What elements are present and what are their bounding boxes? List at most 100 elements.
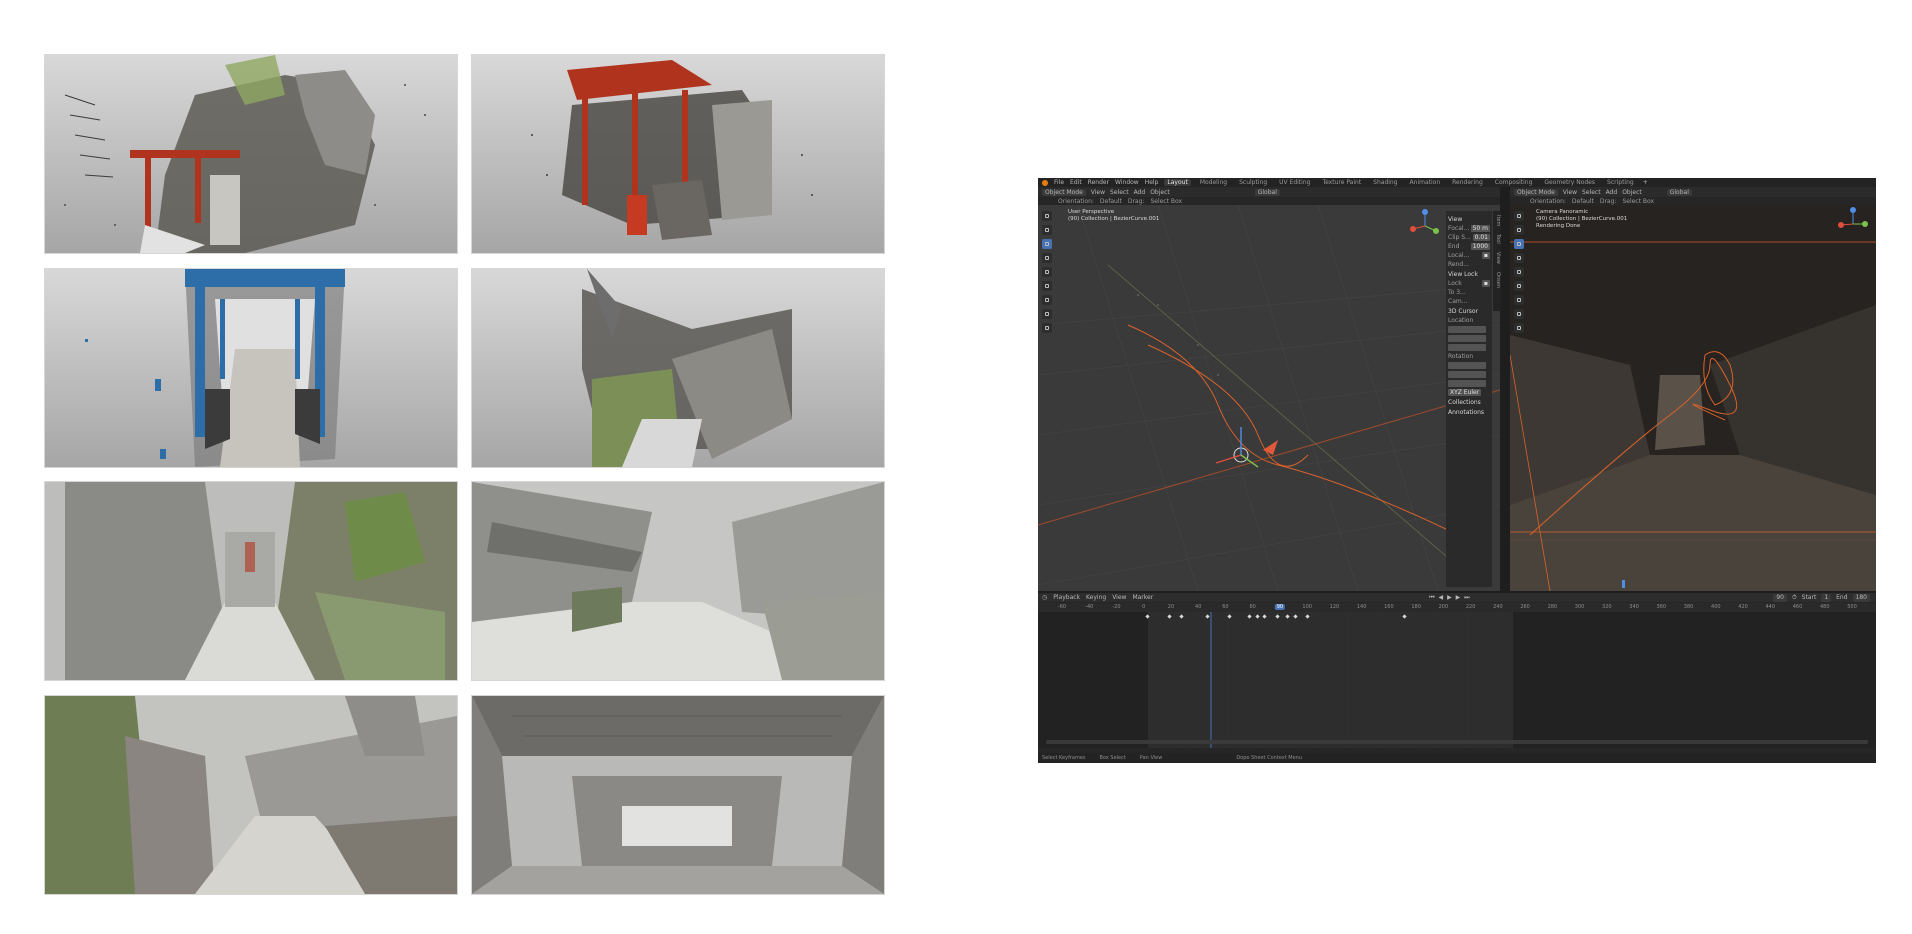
frame-tick: 220: [1465, 604, 1476, 610]
menu-file[interactable]: File: [1054, 179, 1064, 186]
tab-animation[interactable]: Animation: [1407, 179, 1444, 186]
next-key-icon[interactable]: ▶: [1456, 594, 1462, 601]
sidebar-tab-item[interactable]: Item: [1493, 215, 1501, 226]
dopesheet-area[interactable]: [1038, 612, 1876, 748]
cursor-rot-y-field[interactable]: [1448, 371, 1486, 378]
left-mode-select[interactable]: Object Mode: [1042, 188, 1086, 196]
tab-geometry-nodes[interactable]: Geometry Nodes: [1541, 179, 1598, 186]
cursor-tool-icon[interactable]: [1514, 225, 1524, 235]
lock-object-field[interactable]: ▪: [1481, 280, 1490, 287]
timeline-menu-view[interactable]: View: [1112, 594, 1126, 601]
right-menu-add[interactable]: Add: [1606, 189, 1618, 196]
timeline-menu-keying[interactable]: Keying: [1086, 594, 1106, 601]
add-workspace-icon[interactable]: +: [1643, 179, 1648, 186]
menu-help[interactable]: Help: [1145, 179, 1159, 186]
annotate-tool-icon[interactable]: [1514, 295, 1524, 305]
tab-rendering[interactable]: Rendering: [1449, 179, 1486, 186]
cursor-x-field[interactable]: [1448, 326, 1486, 333]
menu-render[interactable]: Render: [1088, 179, 1109, 186]
sidebar-tab-onsen[interactable]: Onsen: [1493, 272, 1501, 288]
scale-tool-icon[interactable]: [1514, 267, 1524, 277]
timeline-editor-type-icon[interactable]: ◷: [1042, 594, 1047, 601]
sidebar-tab-tool[interactable]: Tool: [1493, 234, 1501, 244]
cursor-rot-x-field[interactable]: [1448, 362, 1486, 369]
transform-tool-icon[interactable]: [1514, 281, 1524, 291]
clip-end-field[interactable]: 1000: [1470, 243, 1490, 250]
camera-collection-label: (90) Collection | BezierCurve.001: [1536, 216, 1628, 222]
current-frame-field[interactable]: 90: [1773, 593, 1787, 602]
jump-start-icon[interactable]: ⏮: [1429, 594, 1435, 601]
lock-to-3d-cursor[interactable]: To 3...: [1448, 289, 1466, 296]
rotate-tool-icon[interactable]: [1042, 253, 1052, 263]
rotate-tool-icon[interactable]: [1514, 253, 1524, 263]
render-region-label[interactable]: Rend...: [1448, 261, 1469, 268]
end-frame-field[interactable]: 180: [1852, 593, 1870, 602]
menu-edit[interactable]: Edit: [1070, 179, 1082, 186]
frame-ruler[interactable]: -60 -40 -20 0 20 40 60 80 90 100 120 140 160 180 200 22…: [1038, 603, 1876, 612]
prev-key-icon[interactable]: ◀: [1439, 594, 1445, 601]
add-cube-tool-icon[interactable]: [1514, 323, 1524, 333]
scale-tool-icon[interactable]: [1042, 267, 1052, 277]
start-frame-field[interactable]: 1: [1821, 593, 1832, 602]
timeline-menu-marker[interactable]: Marker: [1132, 594, 1153, 601]
clip-start-field[interactable]: 0.01: [1472, 234, 1490, 241]
view-section-title[interactable]: View: [1448, 216, 1490, 223]
cursor-z-field[interactable]: [1448, 344, 1486, 351]
tab-scripting[interactable]: Scripting: [1604, 179, 1637, 186]
tab-texture-paint[interactable]: Texture Paint: [1319, 179, 1364, 186]
local-camera-field[interactable]: ▪: [1481, 252, 1490, 259]
3d-cursor-title[interactable]: 3D Cursor: [1448, 308, 1490, 315]
left-menu-object[interactable]: Object: [1150, 189, 1170, 196]
blender-logo-icon[interactable]: [1042, 179, 1048, 186]
left-transform-orientation[interactable]: Global: [1254, 188, 1280, 196]
right-menu-select[interactable]: Select: [1582, 189, 1601, 196]
cursor-tool-icon[interactable]: [1042, 225, 1052, 235]
timeline-menu-playback[interactable]: Playback: [1053, 594, 1080, 601]
timeline-header: ◷ Playback Keying View Marker ⏮ ◀ ▶ ▶ ⏭ …: [1038, 593, 1876, 602]
left-3d-viewport[interactable]: User Perspective (90) Collection | Bezie…: [1038, 205, 1500, 591]
focal-field[interactable]: 50 m: [1470, 225, 1490, 232]
measure-tool-icon[interactable]: [1042, 309, 1052, 319]
menu-window[interactable]: Window: [1115, 179, 1139, 186]
play-icon[interactable]: ▶: [1447, 594, 1453, 601]
annotations-section-title[interactable]: Annotations: [1448, 409, 1490, 416]
right-orientation-default[interactable]: Default: [1572, 198, 1594, 205]
transform-tool-icon[interactable]: [1042, 281, 1052, 291]
right-navigation-gizmo-icon[interactable]: [1836, 207, 1870, 241]
collections-section-title[interactable]: Collections: [1448, 399, 1490, 406]
add-cube-tool-icon[interactable]: [1042, 323, 1052, 333]
left-navigation-gizmo-icon[interactable]: [1408, 209, 1442, 243]
left-select-box[interactable]: Select Box: [1150, 198, 1182, 205]
tab-shading[interactable]: Shading: [1370, 179, 1400, 186]
tab-sculpting[interactable]: Sculpting: [1236, 179, 1270, 186]
tab-compositing[interactable]: Compositing: [1492, 179, 1536, 186]
tab-modeling[interactable]: Modeling: [1197, 179, 1230, 186]
right-mode-select[interactable]: Object Mode: [1514, 188, 1558, 196]
rotation-mode-select[interactable]: XYZ Euler: [1448, 389, 1482, 396]
frame-tick: 280: [1547, 604, 1558, 610]
right-camera-viewport[interactable]: Camera Panoramic (90) Collection | Bezie…: [1510, 205, 1876, 591]
left-menu-view[interactable]: View: [1091, 189, 1105, 196]
cursor-rot-z-field[interactable]: [1448, 380, 1486, 387]
move-tool-icon[interactable]: [1042, 239, 1052, 249]
select-tool-icon[interactable]: [1042, 211, 1052, 221]
left-menu-select[interactable]: Select: [1110, 189, 1129, 196]
left-orientation-default[interactable]: Default: [1100, 198, 1122, 205]
right-menu-view[interactable]: View: [1563, 189, 1577, 196]
right-transform-orientation[interactable]: Global: [1666, 188, 1692, 196]
annotate-tool-icon[interactable]: [1042, 295, 1052, 305]
tab-uv-editing[interactable]: UV Editing: [1276, 179, 1313, 186]
cursor-y-field[interactable]: [1448, 335, 1486, 342]
measure-tool-icon[interactable]: [1514, 309, 1524, 319]
sidebar-tab-view[interactable]: View: [1493, 252, 1501, 264]
right-menu-object[interactable]: Object: [1622, 189, 1642, 196]
tab-layout[interactable]: Layout: [1164, 179, 1191, 186]
lock-camera-to-view[interactable]: Cam...: [1448, 298, 1467, 305]
select-tool-icon[interactable]: [1514, 211, 1524, 221]
right-select-box[interactable]: Select Box: [1622, 198, 1654, 205]
jump-end-icon[interactable]: ⏭: [1464, 594, 1470, 601]
move-tool-icon[interactable]: [1514, 239, 1524, 249]
stopwatch-icon[interactable]: ⏱: [1792, 594, 1797, 602]
left-menu-add[interactable]: Add: [1134, 189, 1146, 196]
view-lock-title[interactable]: View Lock: [1448, 271, 1490, 278]
